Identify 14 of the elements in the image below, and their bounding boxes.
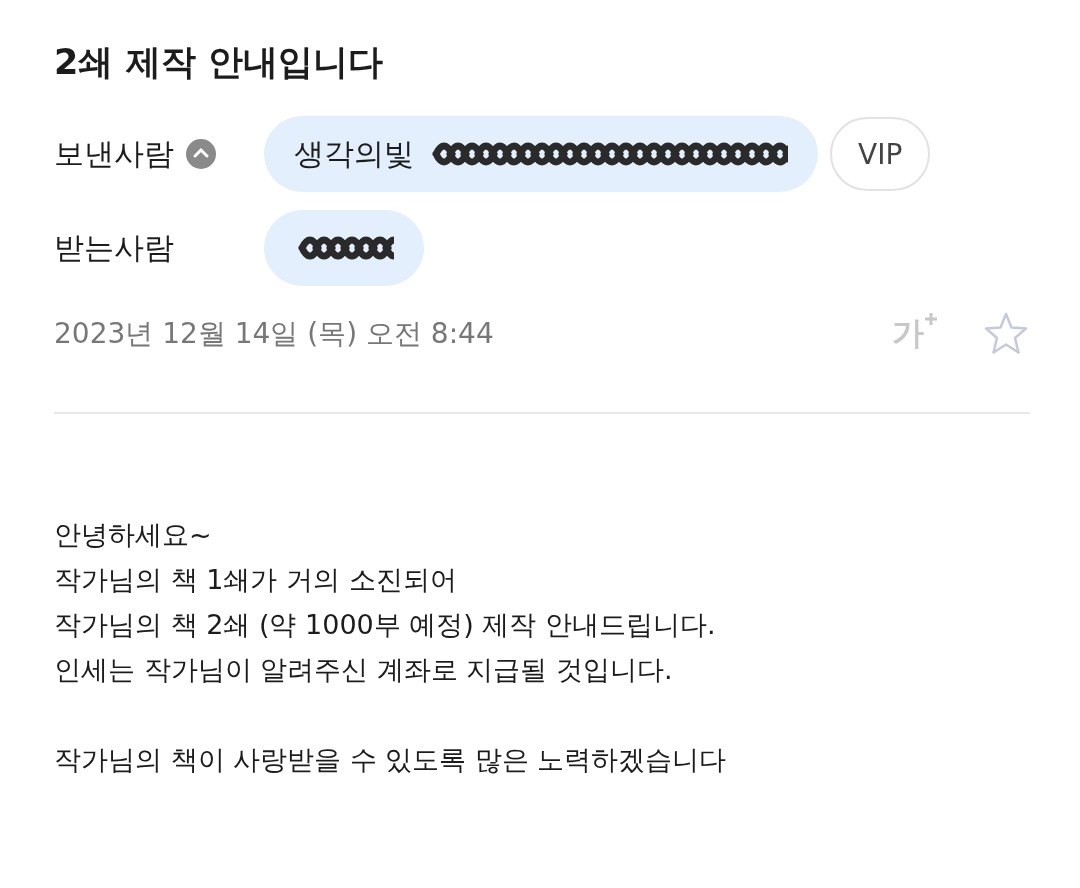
body-text: 작가님의 책 2쇄 (약 1000부 예정) 제작 안내드립니다.	[54, 608, 717, 642]
vip-button[interactable]: VIP	[830, 117, 931, 191]
body-text: 작가님의 책 1쇄가 거의 소진되어	[54, 563, 458, 597]
body-text: 작가님의 책이 사랑받을 수 있도록 많은 노력하겠습니다	[54, 743, 728, 777]
body-text: 인세는 작가님이 알려주신 계좌로 지급될 것입니다.	[54, 653, 674, 687]
email-subject: 2쇄 제작 안내입니다	[54, 41, 384, 84]
recipient-label: 받는사람	[54, 228, 175, 267]
sender-chip[interactable]: 생각의빛	[264, 116, 818, 192]
collapse-icon[interactable]	[186, 139, 216, 169]
sender-label: 보낸사람	[54, 134, 174, 173]
body-text: 안녕하세요~	[54, 518, 213, 552]
sent-date: 2023년 12월 14일 (목) 오전 8:44	[54, 316, 495, 352]
plus-icon	[924, 312, 938, 326]
sender-name: 생각의빛	[294, 134, 414, 173]
